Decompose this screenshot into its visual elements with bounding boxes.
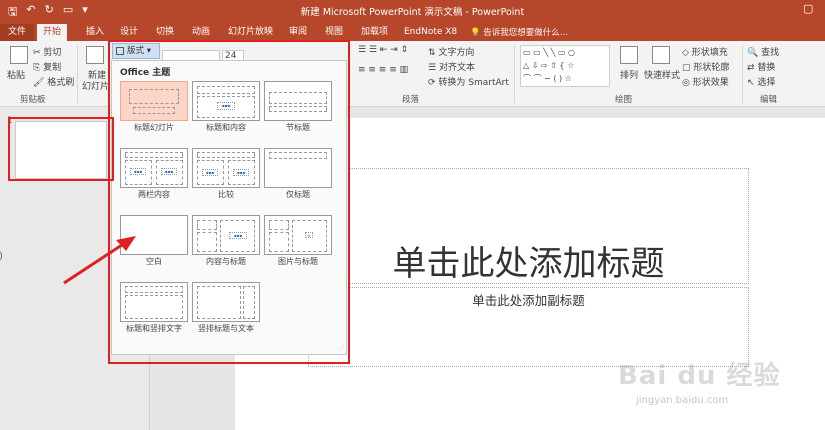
title-bar: 🖫 ↶ ↻ ▭ ▾ 新建 Microsoft PowerPoint 演示文稿 -… bbox=[0, 0, 825, 22]
tab-file[interactable]: 文件 bbox=[0, 24, 34, 41]
shape-outline-button[interactable]: ▢ 形状轮廓 bbox=[682, 60, 729, 73]
layout-label: 仅标题 bbox=[286, 190, 310, 199]
layout-picture-caption[interactable]: ▫ bbox=[264, 215, 332, 255]
resize-grip-icon[interactable]: ⋰ bbox=[338, 345, 344, 352]
replace-button[interactable]: ⇄ 替换 bbox=[747, 60, 775, 73]
cut-button[interactable]: ✂ 剪切 bbox=[33, 45, 61, 58]
layout-label: 图片与标题 bbox=[278, 257, 318, 266]
find-button[interactable]: 🔍 查找 bbox=[747, 45, 779, 58]
quick-styles-button[interactable]: 快速样式 bbox=[644, 68, 680, 81]
layout-label: 比较 bbox=[218, 190, 234, 199]
tab-design[interactable]: 设计 bbox=[114, 24, 144, 41]
layout-label: 内容与标题 bbox=[206, 257, 246, 266]
layout-vertical-title-text[interactable] bbox=[192, 282, 260, 322]
text-direction-button[interactable]: ⇅ 文字方向 bbox=[428, 45, 474, 58]
layout-label: 标题和内容 bbox=[206, 123, 246, 132]
window-title: 新建 Microsoft PowerPoint 演示文稿 - PowerPoin… bbox=[300, 7, 525, 18]
subtitle-placeholder-text[interactable]: 单击此处添加副标题 bbox=[308, 290, 749, 309]
lightbulb-icon: 💡 bbox=[470, 28, 481, 38]
paste-button[interactable]: 粘贴 bbox=[7, 68, 25, 81]
layout-label: 两栏内容 bbox=[138, 190, 170, 199]
layout-title-vertical-text[interactable] bbox=[120, 282, 188, 322]
ribbon-tabs: 文件 开始 插入 设计 切换 动画 幻灯片放映 审阅 视图 加载项 EndNot… bbox=[0, 22, 825, 41]
alignment-icon[interactable]: ≡ ≡ ≡ ≡ ▥ bbox=[358, 65, 408, 75]
layout-content-caption[interactable]: ▪▪▪ bbox=[192, 215, 260, 255]
layout-label: 节标题 bbox=[286, 123, 310, 132]
layout-comparison[interactable]: ▪▪▪ ▪▪▪ bbox=[192, 148, 260, 188]
tell-me-box[interactable]: 💡 告诉我您想要做什么... bbox=[470, 26, 568, 38]
separator bbox=[742, 45, 743, 103]
new-slide-icon[interactable] bbox=[86, 46, 104, 64]
watermark-url: jingyan.baidu.com bbox=[636, 395, 729, 406]
tab-animations[interactable]: 动画 bbox=[186, 24, 216, 41]
layout-title-slide[interactable] bbox=[120, 81, 188, 121]
format-painter-button[interactable]: 🖌 格式刷 bbox=[33, 75, 74, 88]
title-placeholder-text[interactable]: 单击此处添加标题 bbox=[308, 236, 749, 285]
tab-slideshow[interactable]: 幻灯片放映 bbox=[222, 24, 279, 41]
shapes-gallery[interactable]: ▭ ▭ ╲ ╲ ▭ ○ △ ⇩ ⇨ ⇧ { ☆ ⌒ ⌒ ∼ ( ) ☆ bbox=[520, 45, 610, 87]
layout-two-content[interactable]: ▪▪▪ ▪▪▪ bbox=[120, 148, 188, 188]
shape-fill-button[interactable]: ◇ 形状填充 bbox=[682, 45, 728, 58]
tab-home[interactable]: 开始 bbox=[37, 24, 68, 41]
copy-button[interactable]: ⎘ 复制 bbox=[33, 60, 61, 73]
tab-insert[interactable]: 插入 bbox=[80, 24, 110, 41]
layout-label: 空白 bbox=[146, 257, 162, 266]
editing-group-label: 编辑 bbox=[760, 95, 778, 105]
quick-styles-icon[interactable] bbox=[652, 46, 670, 64]
align-text-button[interactable]: ☰ 对齐文本 bbox=[428, 60, 475, 73]
bullets-icon[interactable]: ☰ ☰ ⇤ ⇥ ⇕ bbox=[358, 45, 408, 55]
select-button[interactable]: ↖ 选择 bbox=[747, 75, 775, 88]
clipboard-group-label: 剪贴板 bbox=[20, 95, 46, 105]
layout-gallery: Office 主题 标题幻灯片 ▪▪▪ 标题和内容 节标题 ▪▪▪ ▪▪▪ 两栏… bbox=[111, 60, 347, 355]
ribbon-display-icon[interactable]: ▢ bbox=[803, 2, 813, 15]
new-slide-label-2[interactable]: 幻灯片 bbox=[82, 79, 109, 92]
layout-label: 竖排标题与文本 bbox=[198, 324, 254, 333]
separator bbox=[77, 45, 78, 103]
layout-icon bbox=[116, 47, 124, 55]
tab-view[interactable]: 视图 bbox=[319, 24, 349, 41]
layout-blank[interactable] bbox=[120, 215, 188, 255]
watermark-logo: Bai du 经验 bbox=[618, 361, 781, 391]
scroll-indicator: ) bbox=[0, 251, 3, 262]
separator bbox=[514, 45, 515, 103]
arrange-icon[interactable] bbox=[620, 46, 638, 64]
gallery-header: Office 主题 bbox=[120, 68, 171, 78]
drawing-group-label: 绘图 bbox=[615, 95, 633, 105]
layout-label: 标题幻灯片 bbox=[134, 123, 174, 132]
layout-title-only[interactable] bbox=[264, 148, 332, 188]
layout-title-content[interactable]: ▪▪▪ bbox=[192, 81, 260, 121]
smartart-button[interactable]: ⟳ 转换为 SmartArt bbox=[428, 75, 509, 88]
tab-addins[interactable]: 加载项 bbox=[355, 24, 394, 41]
layout-button[interactable]: 版式 ▾ bbox=[112, 43, 160, 59]
tab-endnote[interactable]: EndNote X8 bbox=[398, 24, 463, 41]
arrange-button[interactable]: 排列 bbox=[620, 68, 638, 81]
paste-icon[interactable] bbox=[10, 46, 28, 64]
layout-label: 标题和竖排文字 bbox=[126, 324, 182, 333]
shape-effects-button[interactable]: ◎ 形状效果 bbox=[682, 75, 729, 88]
tab-transitions[interactable]: 切换 bbox=[150, 24, 180, 41]
tab-review[interactable]: 审阅 bbox=[283, 24, 313, 41]
paragraph-group-label: 段落 bbox=[402, 95, 420, 105]
layout-section-header[interactable] bbox=[264, 81, 332, 121]
highlight-slide-box bbox=[8, 117, 114, 181]
